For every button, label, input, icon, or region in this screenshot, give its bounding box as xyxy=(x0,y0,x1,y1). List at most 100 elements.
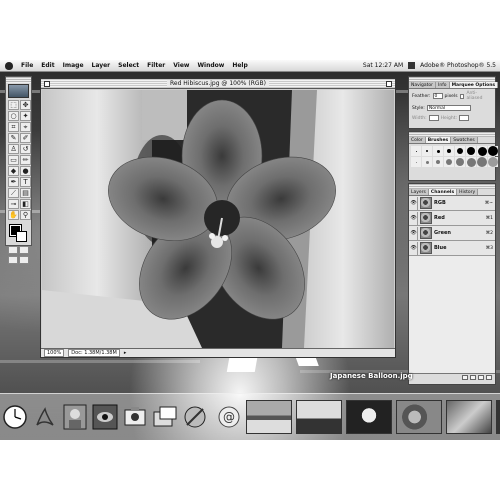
brush-preset[interactable] xyxy=(477,146,487,156)
tab-channels[interactable]: Channels xyxy=(428,189,458,195)
menu-file[interactable]: File xyxy=(17,62,37,69)
channel-row[interactable]: 👁 Red ⌘1 xyxy=(409,211,495,226)
type-tool-icon[interactable]: T xyxy=(20,177,31,187)
brush-preset[interactable] xyxy=(444,146,454,156)
channel-row[interactable]: 👁 Blue ⌘3 xyxy=(409,241,495,256)
dodge-tool-icon[interactable]: ● xyxy=(20,166,31,176)
tab-navigator[interactable]: Navigator xyxy=(409,82,437,88)
brush-preset[interactable] xyxy=(488,157,498,167)
eyedropper-tool-icon[interactable]: ⊸ xyxy=(8,199,19,209)
tab-marquee-options[interactable]: Marquee Options xyxy=(449,82,499,88)
marquee-tool-icon[interactable]: ⬚ xyxy=(8,100,19,110)
menu-filter[interactable]: Filter xyxy=(143,62,169,69)
eye-icon[interactable]: 👁 xyxy=(410,196,418,210)
pen-tool-icon[interactable]: ✒ xyxy=(8,177,19,187)
gradient-tool-icon[interactable]: ▤ xyxy=(20,188,31,198)
eye-icon[interactable]: 👁 xyxy=(410,241,418,255)
background-color-swatch[interactable] xyxy=(16,231,27,242)
menu-edit[interactable]: Edit xyxy=(37,62,58,69)
eraser-tool-icon[interactable]: ▭ xyxy=(8,155,19,165)
menubar-clock[interactable]: Sat 12:27 AM xyxy=(363,62,403,69)
parrot-photo-thumbnail[interactable] xyxy=(446,400,492,434)
brush-preset[interactable] xyxy=(411,157,421,167)
close-box-icon[interactable] xyxy=(44,81,50,87)
zoom-level-field[interactable]: 100% xyxy=(44,349,65,357)
document-titlebar[interactable]: Red Hibiscus.jpg @ 100% (RGB) xyxy=(41,79,395,89)
menu-layer[interactable]: Layer xyxy=(88,62,115,69)
brush-preset[interactable] xyxy=(411,146,421,156)
tab-brushes[interactable]: Brushes xyxy=(425,137,452,143)
balloon-photo-thumbnail[interactable] xyxy=(346,400,392,434)
doc-size-info[interactable]: Doc: 1.38M/1.38M xyxy=(68,349,120,357)
tab-color[interactable]: Color xyxy=(409,137,426,143)
screen-mode-standard-button[interactable] xyxy=(8,256,18,264)
brush-preset[interactable] xyxy=(433,146,443,156)
menu-help[interactable]: Help xyxy=(228,62,251,69)
feather-input[interactable]: 0 xyxy=(432,93,443,99)
zoom-tool-icon[interactable]: ⚲ xyxy=(20,210,31,220)
menu-select[interactable]: Select xyxy=(114,62,143,69)
brush-preset[interactable] xyxy=(466,146,476,156)
system-prefs-icon[interactable] xyxy=(182,402,208,432)
anti-aliased-checkbox[interactable] xyxy=(459,93,465,99)
save-selection-icon[interactable] xyxy=(470,375,476,380)
menu-window[interactable]: Window xyxy=(193,62,228,69)
eye-icon[interactable]: 👁 xyxy=(410,211,418,225)
crop-tool-icon[interactable]: ⌗ xyxy=(8,122,19,132)
iphoto-icon[interactable] xyxy=(122,402,148,432)
new-channel-icon[interactable] xyxy=(478,375,484,380)
brush-preset[interactable] xyxy=(488,146,498,156)
tab-swatches[interactable]: Swatches xyxy=(451,137,478,143)
flowers-photo-thumbnail[interactable] xyxy=(396,400,442,434)
history-brush-tool-icon[interactable]: ↺ xyxy=(20,144,31,154)
desktop-file-label[interactable]: Japanese Balloon.jpg xyxy=(330,372,413,380)
blur-tool-icon[interactable]: ◆ xyxy=(8,166,19,176)
photoshop-icon[interactable] xyxy=(92,402,118,432)
app-menu-icon[interactable] xyxy=(408,62,416,69)
channel-row[interactable]: 👁 Green ⌘2 xyxy=(409,226,495,241)
tab-info[interactable]: Info xyxy=(436,82,450,88)
brush-preset[interactable] xyxy=(477,157,487,167)
brush-preset[interactable] xyxy=(433,157,443,167)
screen-mode-full-button[interactable] xyxy=(19,256,29,264)
brush-preset[interactable] xyxy=(466,157,476,167)
brush-preset[interactable] xyxy=(422,146,432,156)
image-canvas[interactable] xyxy=(42,90,394,348)
status-menu-arrow-icon[interactable]: ▸ xyxy=(124,350,127,356)
tab-layers[interactable]: Layers xyxy=(409,189,429,195)
acrobat-icon[interactable] xyxy=(32,402,58,432)
brush-preset[interactable] xyxy=(455,146,465,156)
zoom-box-icon[interactable] xyxy=(386,81,392,87)
move-tool-icon[interactable]: ✥ xyxy=(20,100,31,110)
brush-tool-icon[interactable]: ✐ xyxy=(20,133,31,143)
eye-icon[interactable]: 👁 xyxy=(410,226,418,240)
paint-bucket-tool-icon[interactable]: ◧ xyxy=(20,199,31,209)
portrait-icon[interactable] xyxy=(62,402,88,432)
beach-photo-thumbnail[interactable] xyxy=(246,400,292,434)
menu-image[interactable]: Image xyxy=(59,62,88,69)
trash-icon[interactable] xyxy=(486,375,492,380)
more-photo-thumbnail[interactable] xyxy=(496,400,500,434)
tab-history[interactable]: History xyxy=(457,189,479,195)
load-selection-icon[interactable] xyxy=(462,375,468,380)
app-menu-name[interactable]: Adobe® Photoshop® 5.5 xyxy=(420,62,496,69)
palm-photo-thumbnail[interactable] xyxy=(296,400,342,434)
apple-menu-icon[interactable] xyxy=(5,61,13,70)
measure-tool-icon[interactable]: ⟋ xyxy=(8,188,19,198)
brush-preset[interactable] xyxy=(444,157,454,167)
slice-tool-icon[interactable]: ⌖ xyxy=(20,122,31,132)
magic-wand-tool-icon[interactable]: ✦ xyxy=(20,111,31,121)
photoshop-eye-logo[interactable] xyxy=(8,84,29,98)
width-input[interactable] xyxy=(428,115,439,121)
airbrush-tool-icon[interactable]: ✎ xyxy=(8,133,19,143)
hand-tool-icon[interactable]: ✋ xyxy=(8,210,19,220)
image-capture-icon[interactable] xyxy=(152,402,178,432)
clock-icon[interactable] xyxy=(2,402,28,432)
pencil-tool-icon[interactable]: ✏ xyxy=(20,155,31,165)
quick-mask-mode-button[interactable] xyxy=(19,246,29,254)
menu-view[interactable]: View xyxy=(169,62,193,69)
stamp-tool-icon[interactable]: ♙ xyxy=(8,144,19,154)
tools-titlebar[interactable] xyxy=(6,77,31,83)
height-input[interactable] xyxy=(459,115,469,121)
channel-row[interactable]: 👁 RGB ⌘~ xyxy=(409,196,495,211)
